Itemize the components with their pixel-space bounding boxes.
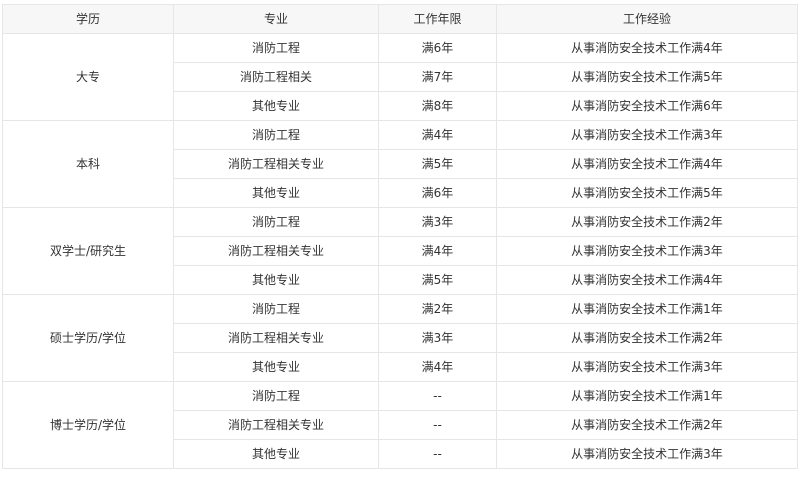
experience-cell: 从事消防安全技术工作满5年 [496,62,798,92]
years-cell: 满4年 [378,352,497,382]
years-cell: 满6年 [378,33,497,63]
years-cell: -- [378,410,497,440]
major-cell: 其他专业 [173,178,379,208]
header-experience: 工作经验 [496,4,798,34]
years-cell: 满2年 [378,294,497,324]
experience-cell: 从事消防安全技术工作满1年 [496,381,798,411]
major-cell: 消防工程相关专业 [173,149,379,179]
experience-cell: 从事消防安全技术工作满3年 [496,236,798,266]
years-cell: 满8年 [378,91,497,121]
major-cell: 其他专业 [173,265,379,295]
experience-cell: 从事消防安全技术工作满4年 [496,33,798,63]
years-cell: 满4年 [378,120,497,150]
experience-cell: 从事消防安全技术工作满4年 [496,149,798,179]
table-header-row: 学历 专业 工作年限 工作经验 [2,4,798,34]
major-cell: 消防工程 [173,120,379,150]
education-cell: 本科 [2,120,174,208]
years-cell: 满3年 [378,207,497,237]
years-cell: -- [378,439,497,469]
education-cell: 硕士学历/学位 [2,294,174,382]
table-row: 硕士学历/学位 消防工程 满2年 从事消防安全技术工作满1年 [2,294,798,382]
major-cell: 消防工程相关专业 [173,410,379,440]
table-row: 双学士/研究生 消防工程 满3年 从事消防安全技术工作满2年 [2,207,798,295]
experience-cell: 从事消防安全技术工作满2年 [496,410,798,440]
table-row: 博士学历/学位 消防工程 -- 从事消防安全技术工作满1年 [2,381,798,469]
years-cell: 满4年 [378,236,497,266]
years-cell: 满7年 [378,62,497,92]
experience-cell: 从事消防安全技术工作满3年 [496,439,798,469]
major-cell: 消防工程 [173,294,379,324]
major-cell: 其他专业 [173,91,379,121]
major-cell: 消防工程相关 [173,62,379,92]
header-major: 专业 [173,4,379,34]
education-cell: 博士学历/学位 [2,381,174,469]
experience-cell: 从事消防安全技术工作满3年 [496,352,798,382]
years-cell: 满5年 [378,149,497,179]
major-cell: 消防工程 [173,207,379,237]
experience-cell: 从事消防安全技术工作满4年 [496,265,798,295]
table-row: 大专 消防工程 满6年 从事消防安全技术工作满4年 [2,33,798,121]
experience-cell: 从事消防安全技术工作满5年 [496,178,798,208]
education-cell: 双学士/研究生 [2,207,174,295]
education-cell: 大专 [2,33,174,121]
major-cell: 消防工程 [173,33,379,63]
major-cell: 其他专业 [173,439,379,469]
major-cell: 消防工程 [173,381,379,411]
experience-cell: 从事消防安全技术工作满6年 [496,91,798,121]
years-cell: 满6年 [378,178,497,208]
major-cell: 消防工程相关专业 [173,236,379,266]
experience-cell: 从事消防安全技术工作满2年 [496,207,798,237]
header-years: 工作年限 [378,4,497,34]
years-cell: 满5年 [378,265,497,295]
experience-cell: 从事消防安全技术工作满2年 [496,323,798,353]
header-education: 学历 [2,4,174,34]
table-row: 本科 消防工程 满4年 从事消防安全技术工作满3年 [2,120,798,208]
major-cell: 消防工程相关专业 [173,323,379,353]
major-cell: 其他专业 [173,352,379,382]
years-cell: -- [378,381,497,411]
experience-cell: 从事消防安全技术工作满3年 [496,120,798,150]
years-cell: 满3年 [378,323,497,353]
table-body: 大专 消防工程 满6年 从事消防安全技术工作满4年 消防工程相关 满7年 从事消… [2,33,798,469]
requirements-table: 学历 专业 工作年限 工作经验 大专 消防工程 满6年 从事消防安全技术工作满4… [2,4,798,469]
experience-cell: 从事消防安全技术工作满1年 [496,294,798,324]
